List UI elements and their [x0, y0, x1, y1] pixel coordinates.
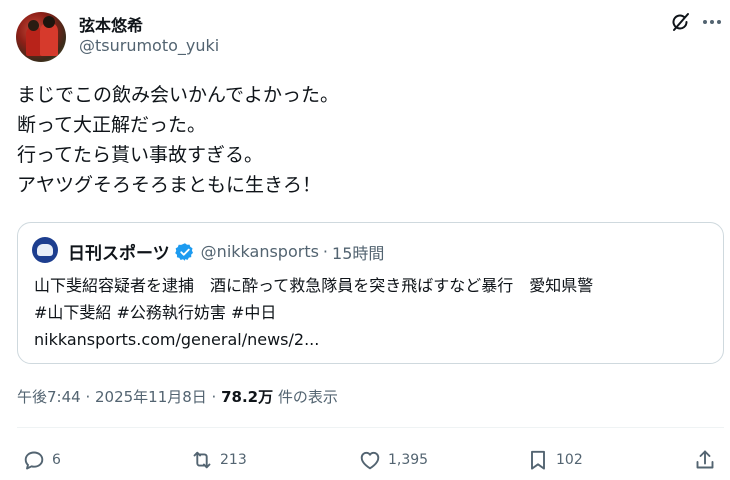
bookmark-icon: [531, 450, 545, 470]
quote-avatar[interactable]: [32, 237, 58, 263]
tweet-line: 断って大正解だった。: [17, 114, 207, 136]
avatar-head-right: [43, 16, 55, 28]
like-icon: [360, 451, 380, 470]
bookmark-button[interactable]: 102: [526, 448, 583, 472]
quoted-tweet-card[interactable]: 日刊スポーツ @nikkansports · 15時間 山下斐紹容疑者を逮捕 酒…: [17, 222, 724, 364]
reply-count: 6: [52, 452, 61, 468]
repost-count: 213: [220, 452, 247, 468]
more-icon[interactable]: [700, 10, 724, 34]
quote-body: 山下斐紹容疑者を逮捕 酒に酔って救急隊員を突き飛ばすなど暴行 愛知県警 #山下斐…: [34, 272, 714, 353]
quote-separator: ·: [322, 242, 329, 261]
repost-button[interactable]: 213: [190, 448, 247, 472]
reply-button[interactable]: 6: [22, 448, 61, 472]
tweet-line: まじでこの飲み会いかんでよかった。: [17, 84, 340, 106]
quote-line: #山下斐紹 #公務執行妨害 #中日: [34, 303, 277, 322]
quote-line: 山下斐紹容疑者を逮捕 酒に酔って救急隊員を突き飛ばすなど暴行 愛知県警: [34, 276, 594, 295]
tweet-text: まじでこの飲み会いかんでよかった。 断って大正解だった。 行ってたら貰い事故すぎ…: [17, 80, 717, 200]
reply-icon: [24, 451, 44, 470]
quote-author-name[interactable]: 日刊スポーツ: [68, 239, 170, 264]
view-count-suffix: 件の表示: [273, 388, 338, 406]
view-count: 78.2万: [221, 388, 274, 406]
quote-line: nikkansports.com/general/news/2...: [34, 330, 320, 349]
quote-author-handle[interactable]: @nikkansports: [201, 242, 319, 261]
share-icon: [696, 450, 714, 469]
author-handle[interactable]: @tsurumoto_yuki: [79, 36, 219, 55]
like-count: 1,395: [388, 452, 429, 468]
grok-icon[interactable]: [668, 10, 692, 34]
tweet-meta: 午後7:44 · 2025年11月8日 · 78.2万 件の表示: [17, 386, 338, 407]
tweet-datetime[interactable]: 午後7:44 · 2025年11月8日 ·: [17, 388, 221, 406]
repost-icon: [193, 451, 211, 469]
bookmark-count: 102: [556, 452, 583, 468]
tweet-line: アヤツグそろそろまともに生きろ！: [17, 174, 322, 196]
like-button[interactable]: 1,395: [358, 448, 428, 472]
quote-timestamp[interactable]: 15時間: [332, 240, 384, 264]
avatar-head-left: [28, 20, 39, 31]
share-button[interactable]: [693, 448, 717, 472]
author-avatar[interactable]: [16, 12, 66, 62]
author-name[interactable]: 弦本悠希: [79, 12, 143, 36]
verified-badge-icon: [174, 242, 193, 261]
divider: [17, 427, 724, 428]
tweet-line: 行ってたら貰い事故すぎる。: [17, 144, 264, 166]
quote-header: 日刊スポーツ @nikkansports · 15時間: [68, 239, 384, 264]
quote-avatar-mascot: [37, 244, 53, 256]
